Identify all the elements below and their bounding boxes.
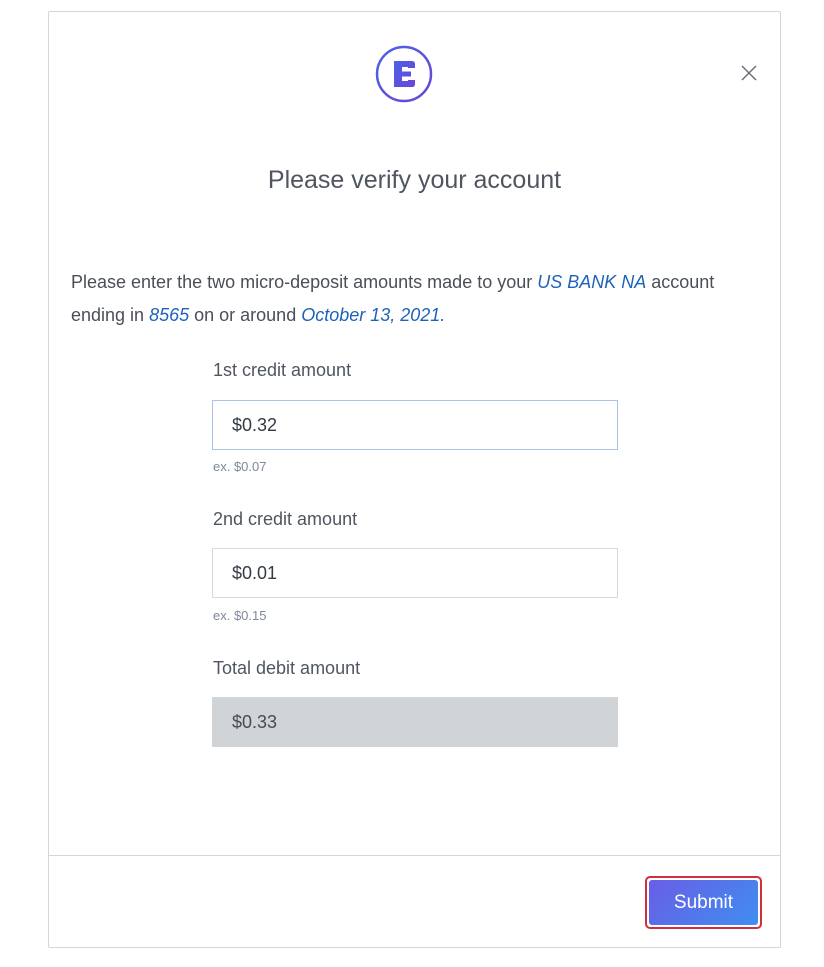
verify-account-dialog: Please verify your account Please enter … <box>48 11 781 948</box>
deposit-date: October 13, 2021. <box>301 305 446 325</box>
credit1-hint: ex. $0.07 <box>213 459 267 474</box>
dialog-title: Please verify your account <box>267 166 562 194</box>
close-icon <box>741 65 757 81</box>
submit-button[interactable]: Submit <box>649 880 758 925</box>
close-button[interactable] <box>736 60 762 86</box>
intro-text: Please enter the two micro-deposit amoun… <box>71 266 761 332</box>
intro-text-part3: on or around <box>189 305 302 325</box>
credit2-hint: ex. $0.15 <box>213 608 267 623</box>
bank-name: US BANK NA <box>537 272 647 292</box>
debit-total-label: Total debit amount <box>213 658 361 678</box>
footer-divider <box>49 855 780 856</box>
credit1-label: 1st credit amount <box>213 360 352 380</box>
submit-highlight: Submit <box>645 876 762 929</box>
account-last4: 8565 <box>149 305 190 325</box>
credit2-input[interactable] <box>212 548 618 598</box>
e-brand-logo-icon <box>375 45 433 103</box>
credit2-label: 2nd credit amount <box>213 509 358 529</box>
credit1-input[interactable] <box>212 400 618 450</box>
intro-text-part1: Please enter the two micro-deposit amoun… <box>71 272 538 292</box>
debit-total-field <box>212 697 618 747</box>
